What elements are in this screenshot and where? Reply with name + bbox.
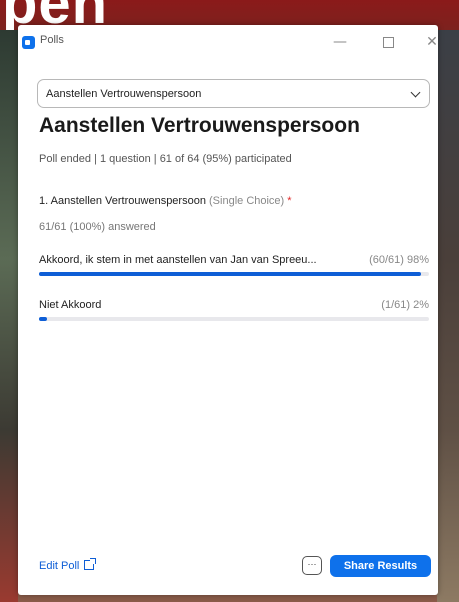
background-left <box>0 30 18 602</box>
question-title: 1. Aanstellen Vertrouwenspersoon <box>39 195 206 207</box>
answered-count: 61/61 (100%) answered <box>39 221 156 233</box>
option-result: (60/61) 98% <box>369 254 429 266</box>
poll-select-dropdown[interactable]: Aanstellen Vertrouwenspersoon <box>37 79 430 108</box>
title-bar[interactable]: Polls — ✕ <box>18 25 438 59</box>
close-button[interactable]: ✕ <box>420 31 444 53</box>
more-options-button[interactable]: ··· <box>302 556 322 575</box>
result-bar-fill <box>39 272 422 276</box>
option-result: (1/61) 2% <box>381 299 429 311</box>
question-type: (Single Choice) <box>209 195 285 207</box>
question-text: 1. Aanstellen Vertrouwenspersoon (Single… <box>39 195 292 207</box>
required-mark: * <box>287 195 292 207</box>
maximize-icon <box>382 37 394 48</box>
poll-status: Poll ended | 1 question | 61 of 64 (95%)… <box>39 153 292 165</box>
option-label: Niet Akkoord <box>39 299 102 311</box>
result-bar-track <box>39 272 429 276</box>
zoom-camera-icon <box>22 36 35 49</box>
background-right <box>437 30 459 602</box>
result-bar-track <box>39 317 429 321</box>
minimize-button[interactable]: — <box>328 31 352 53</box>
external-link-icon <box>84 558 97 570</box>
poll-select-value: Aanstellen Vertrouwenspersoon <box>46 88 202 100</box>
app-title: Polls <box>40 34 64 46</box>
option-label: Akkoord, ik stem in met aanstellen van J… <box>39 254 317 266</box>
maximize-button[interactable] <box>376 31 400 53</box>
edit-poll-link[interactable]: Edit Poll <box>39 558 97 572</box>
poll-title: Aanstellen Vertrouwenspersoon <box>39 114 360 137</box>
share-results-button[interactable]: Share Results <box>330 555 431 577</box>
result-bar-fill <box>39 317 47 321</box>
edit-poll-label: Edit Poll <box>39 560 80 572</box>
chevron-down-icon <box>410 87 421 98</box>
polls-window: Polls — ✕ Aanstellen Vertrouwenspersoon … <box>18 25 438 595</box>
